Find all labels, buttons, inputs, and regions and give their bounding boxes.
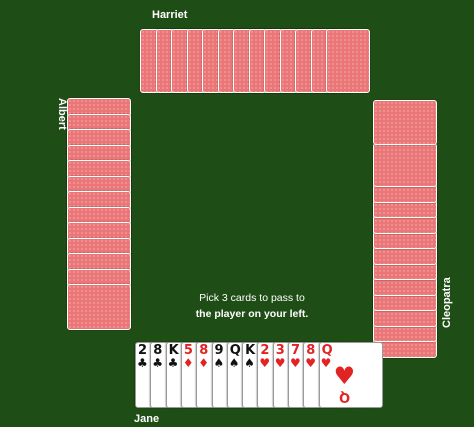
card-back xyxy=(373,100,437,145)
heart-suit-icon: ♥ xyxy=(259,356,271,370)
diamond-suit-icon: ♦ xyxy=(182,356,194,370)
heart-suit-icon: ♥ xyxy=(320,356,332,370)
heart-suit-icon: ♥ xyxy=(274,356,286,370)
card-back xyxy=(326,29,370,93)
spade-suit-icon: ♠ xyxy=(213,356,225,370)
club-suit-icon: ♣ xyxy=(137,356,148,370)
club-suit-icon: ♣ xyxy=(152,356,164,370)
club-suit-icon: ♣ xyxy=(167,356,179,370)
player-name-right: Cleopatra xyxy=(441,277,453,328)
heart-suit-icon: ♥ xyxy=(290,356,301,370)
heart-suit-large-icon: ♥ xyxy=(333,362,356,390)
spade-suit-icon: ♠ xyxy=(228,356,240,370)
hand-card-q-hearts[interactable]: Q ♥ ♥ Q xyxy=(318,342,383,408)
pass-instructions-line1: Pick 3 cards to pass to xyxy=(199,292,305,304)
diamond-suit-icon: ♦ xyxy=(198,356,209,370)
card-rank-bottom: Q xyxy=(338,389,350,404)
pass-instructions: Pick 3 cards to pass to the player on yo… xyxy=(172,290,332,322)
card-back xyxy=(373,143,437,187)
spade-suit-icon: ♠ xyxy=(244,356,255,370)
pass-instructions-line2: the player on your left. xyxy=(195,308,309,320)
player-name-top: Harriet xyxy=(152,9,188,21)
card-back xyxy=(67,284,131,330)
heart-suit-icon: ♥ xyxy=(305,356,317,370)
player-name-bottom: Jane xyxy=(134,413,160,425)
